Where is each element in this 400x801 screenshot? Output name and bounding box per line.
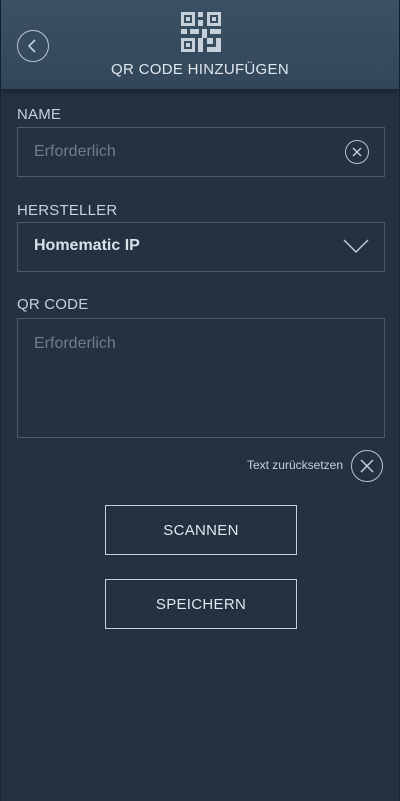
close-icon xyxy=(352,147,362,157)
name-label: NAME xyxy=(17,106,62,123)
header-bar: QR CODE HINZUFÜGEN xyxy=(1,0,399,90)
save-button[interactable]: SPEICHERN xyxy=(105,579,297,629)
page-title: QR CODE HINZUFÜGEN xyxy=(111,61,289,78)
chevron-down-icon[interactable] xyxy=(342,237,370,255)
reset-text-label: Text zurücksetzen xyxy=(246,458,343,472)
close-icon xyxy=(360,459,374,473)
qr-code-textarea[interactable] xyxy=(18,319,384,437)
qr-code-icon xyxy=(181,12,221,52)
chevron-left-icon xyxy=(27,39,36,53)
manufacturer-select[interactable]: Homematic IP xyxy=(17,222,385,272)
app-screen: QR CODE HINZUFÜGEN NAME HERSTELLER Homem… xyxy=(0,0,400,801)
scan-button[interactable]: SCANNEN xyxy=(105,505,297,555)
qr-code-label: QR CODE xyxy=(17,296,89,313)
back-button[interactable] xyxy=(17,30,49,62)
manufacturer-label: HERSTELLER xyxy=(17,202,118,219)
qr-code-field-container xyxy=(17,318,385,438)
manufacturer-selected-value: Homematic IP xyxy=(34,237,140,254)
name-input[interactable] xyxy=(18,128,384,176)
reset-text-button[interactable] xyxy=(351,450,383,482)
name-field-container xyxy=(17,127,385,177)
clear-name-button[interactable] xyxy=(345,140,369,164)
